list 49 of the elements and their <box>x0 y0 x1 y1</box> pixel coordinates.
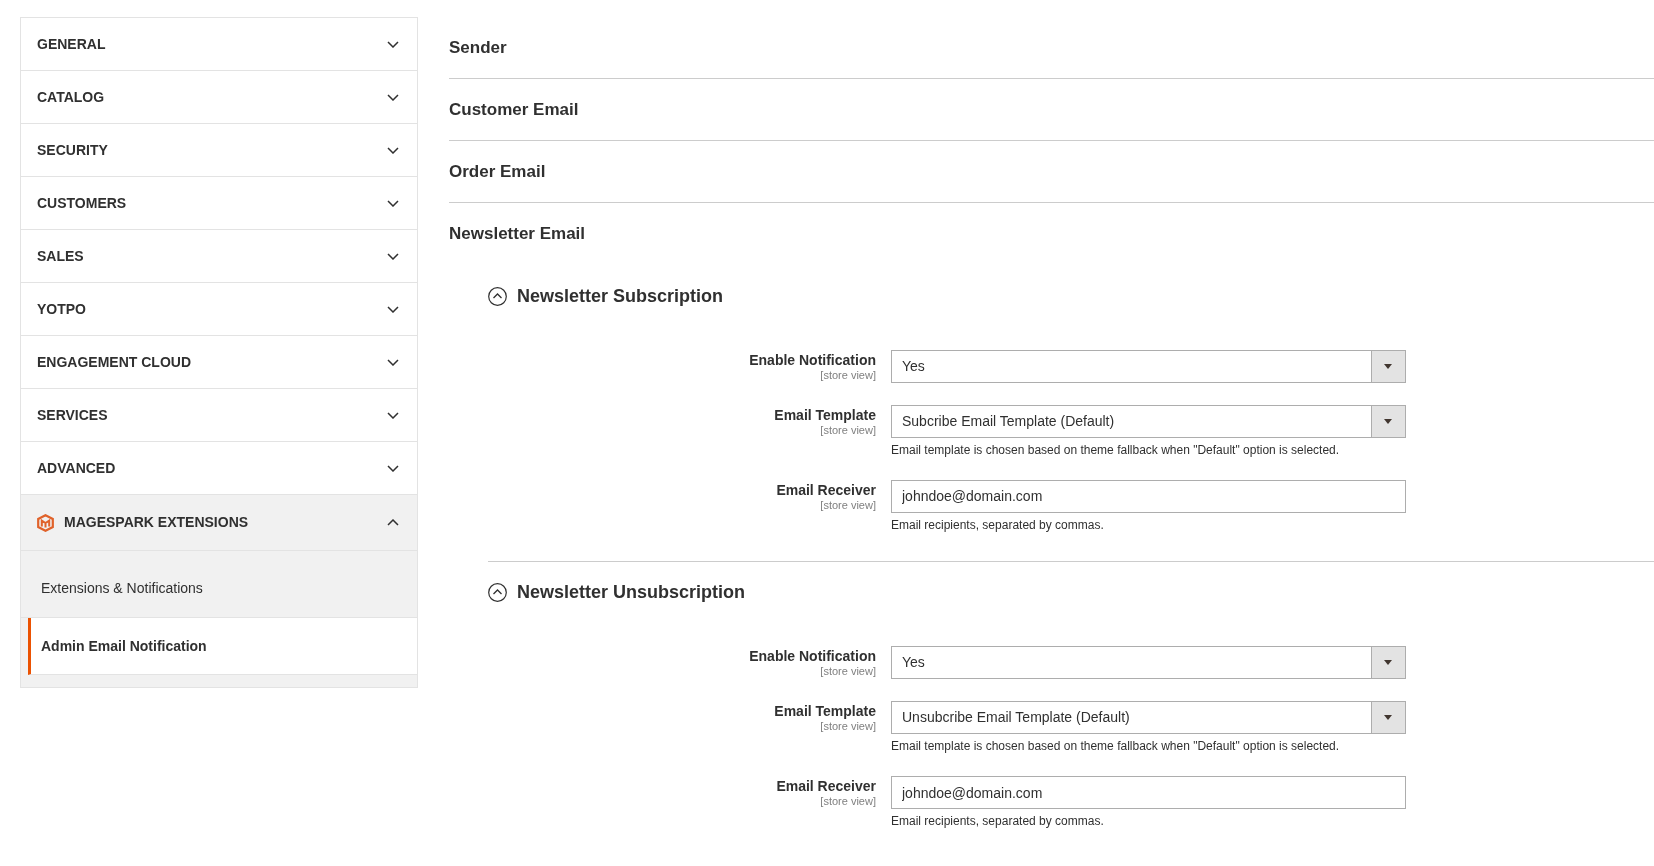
scope-label: [store view] <box>820 368 876 382</box>
section-header[interactable]: Newsletter Email <box>449 203 1654 265</box>
dropdown-field[interactable]: Subcribe Email Template (Default) <box>891 404 1406 438</box>
field-label: Email Receiver <box>776 777 876 795</box>
scope-label: [store view] <box>820 498 876 512</box>
sidebar-item[interactable]: SECURITY <box>21 124 417 177</box>
sidebar-item[interactable]: SALES <box>21 230 417 283</box>
sidebar-item[interactable]: YOTPO <box>21 283 417 336</box>
chevron-down-icon <box>387 93 399 101</box>
sidebar-item[interactable]: CATALOG <box>21 71 417 124</box>
sidebar-subitem[interactable]: Admin Email Notification <box>28 618 417 675</box>
chevron-down-icon <box>387 411 399 419</box>
hexagon-logo-icon <box>37 513 54 532</box>
text-input-field[interactable]: johndoe@domain.com <box>891 776 1406 809</box>
field-label: Email Receiver <box>776 480 876 499</box>
sidebar-item[interactable]: ENGAGEMENT CLOUD <box>21 336 417 389</box>
section-header[interactable]: Order Email <box>449 141 1654 203</box>
field-label: Email Template <box>774 702 876 720</box>
dropdown-field[interactable]: Unsubcribe Email Template (Default) <box>891 701 1406 734</box>
section-header[interactable]: Customer Email <box>449 79 1654 141</box>
chevron-down-icon <box>387 305 399 313</box>
scope-label: [store view] <box>820 720 876 733</box>
field-note: Email recipients, separated by commas. <box>891 517 1104 533</box>
sidebar-item[interactable]: CUSTOMERS <box>21 177 417 230</box>
field-label: Enable Notification <box>749 647 876 665</box>
chevron-down-icon <box>387 252 399 260</box>
field-label: Email Template <box>774 405 876 424</box>
scope-label: [store view] <box>820 795 876 808</box>
sidebar-item[interactable]: MAGESPARK EXTENSIONS <box>21 495 417 551</box>
chevron-down-icon <box>387 146 399 154</box>
chevron-up-icon <box>387 519 399 526</box>
field-label: Enable Notification <box>749 350 876 369</box>
dropdown-field[interactable]: Yes <box>891 349 1406 383</box>
chevron-down-icon <box>387 40 399 48</box>
scope-label: [store view] <box>820 665 876 678</box>
chevron-down-icon <box>387 199 399 207</box>
scope-label: [store view] <box>820 423 876 437</box>
chevron-down-icon <box>387 464 399 472</box>
section-header[interactable]: Sender <box>449 17 1654 79</box>
sidebar-item[interactable]: SERVICES <box>21 389 417 442</box>
sidebar-item[interactable]: GENERAL <box>21 18 417 71</box>
field-note: Email template is chosen based on theme fallback when "Default" option is selected. <box>891 739 1340 754</box>
dropdown-field[interactable]: Yes <box>891 646 1406 679</box>
group-toggle[interactable]: Newsletter Subscription <box>488 281 724 311</box>
field-note: Email template is chosen based on theme fallback when "Default" option is selected. <box>891 442 1340 458</box>
text-input-field[interactable]: johndoe@domain.com <box>891 479 1406 513</box>
chevron-down-icon <box>387 358 399 366</box>
group-toggle[interactable]: Newsletter Unsubscription <box>488 577 746 608</box>
field-note: Email recipients, separated by commas. <box>891 814 1104 829</box>
